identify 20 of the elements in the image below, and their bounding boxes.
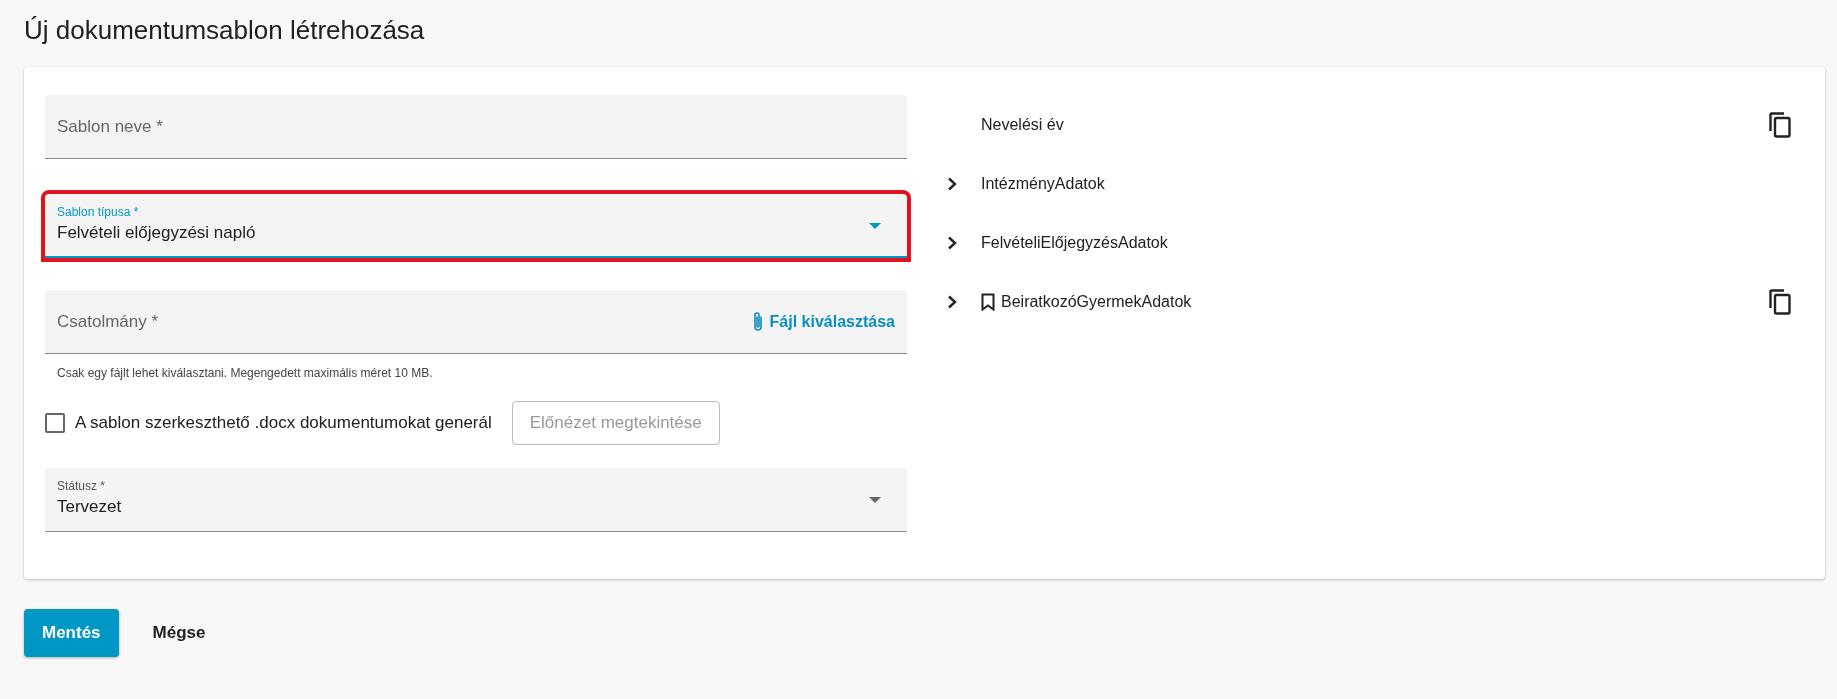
tree-item-label[interactable]: FelvételiElőjegyzésAdatok xyxy=(981,230,1168,255)
chevron-right-icon[interactable] xyxy=(947,176,957,191)
chevron-right-icon[interactable] xyxy=(947,235,957,250)
helper-text: Csak egy fájlt lehet kiválasztani. Megengedett maximális méret 10 MB. xyxy=(56,365,434,383)
paperclip-icon xyxy=(751,310,764,333)
copy-icon[interactable] xyxy=(1769,288,1791,315)
name-field[interactable]: Sablon neve * xyxy=(45,95,907,160)
attachment-field[interactable]: Csatolmány * Fájl kiválasztása xyxy=(45,290,907,355)
chevron-right-icon[interactable] xyxy=(947,294,957,309)
tree-item-label[interactable]: BeiratkozóGyermekAdatok xyxy=(1001,289,1192,314)
checkbox[interactable] xyxy=(45,412,65,433)
dropdown-caret-icon xyxy=(869,496,881,503)
tree-item-label[interactable]: IntézményAdatok xyxy=(981,171,1105,196)
dropdown-caret-icon xyxy=(869,223,881,230)
copy-icon[interactable] xyxy=(1769,111,1791,138)
tree-item-label[interactable]: Nevelési év xyxy=(981,112,1064,137)
checkbox-label: A sablon szerkeszthető .docx dokumentumokat generál xyxy=(75,412,492,435)
cancel-button[interactable]: Mégse xyxy=(134,609,224,657)
select-field[interactable]: Státusz * Tervezet xyxy=(45,467,907,532)
page-title: Új dokumentumsablon létrehozása xyxy=(23,14,426,47)
